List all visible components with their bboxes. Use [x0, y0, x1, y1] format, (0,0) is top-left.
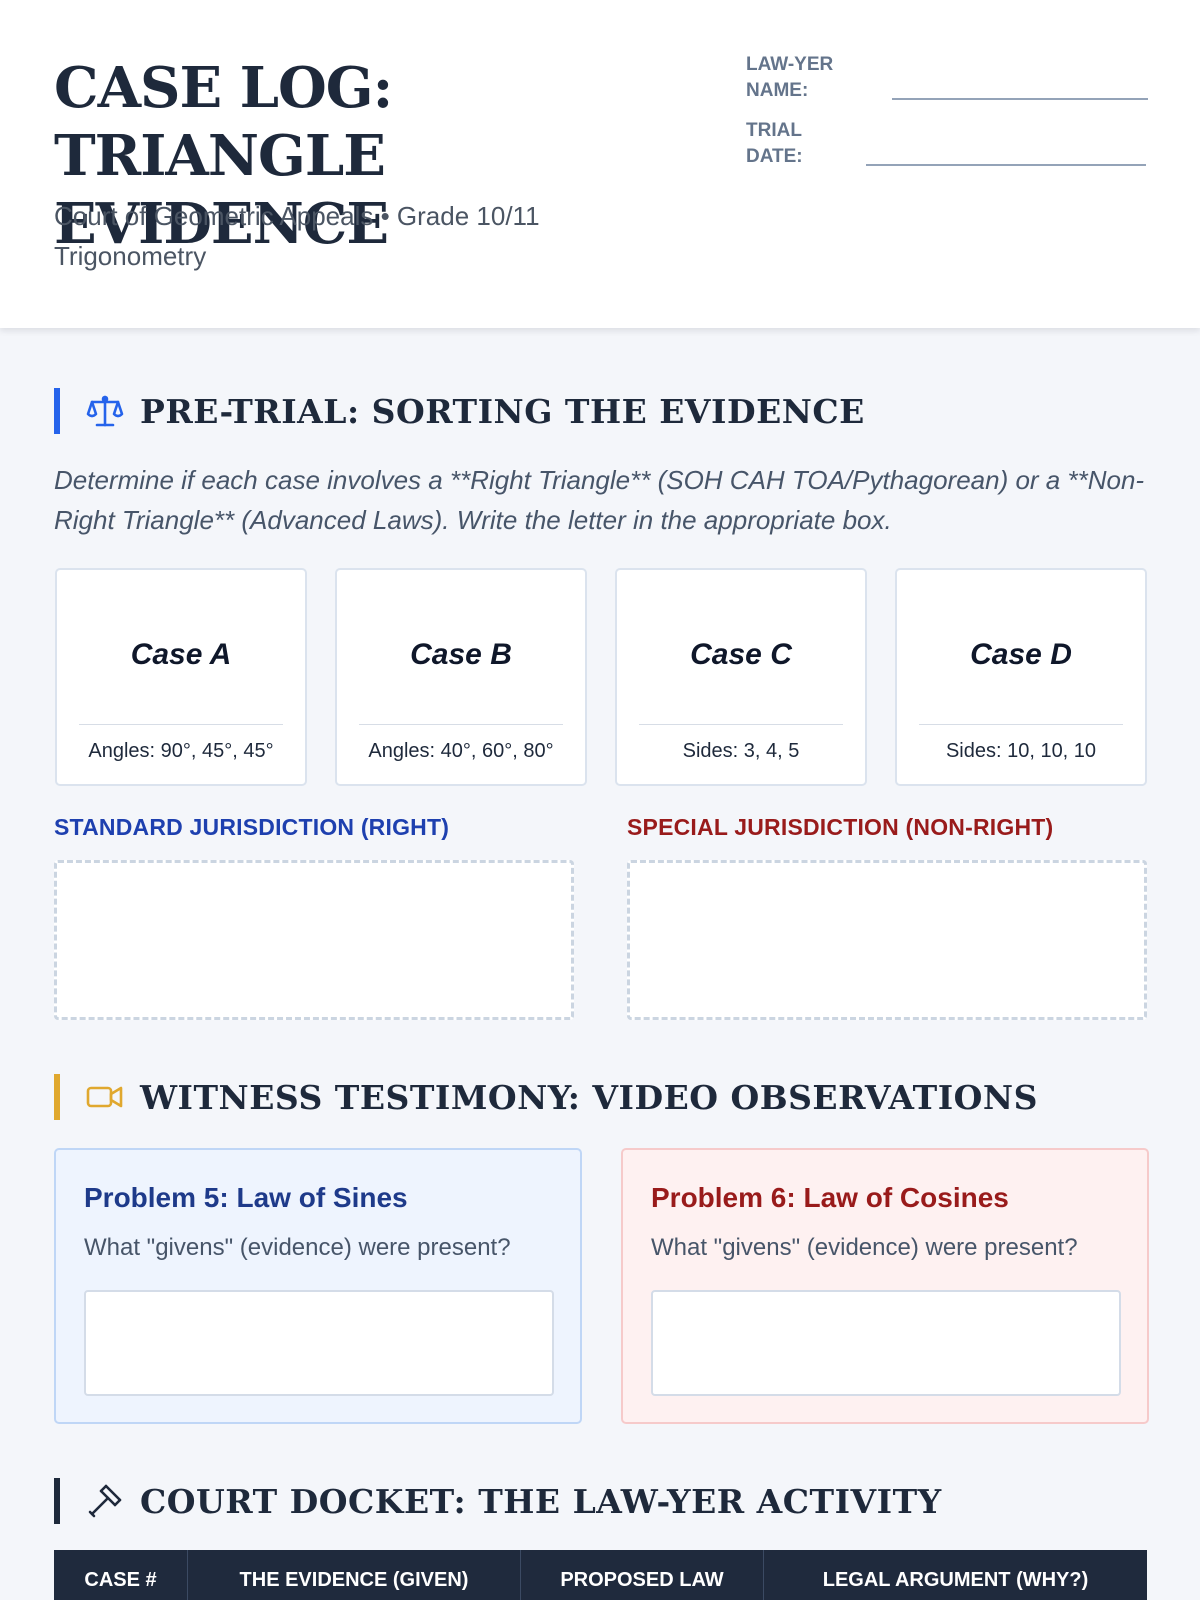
witness-heading: WITNESS TESTIMONY: VIDEO OBSERVATIONS — [54, 1074, 1038, 1120]
video-camera-icon — [86, 1078, 124, 1116]
pretrial-instructions: Determine if each case involves a **Righ… — [54, 465, 1145, 535]
docket-heading: COURT DOCKET: THE LAW-YER ACTIVITY — [54, 1478, 942, 1524]
case-name: Case A — [130, 638, 232, 671]
standard-jurisdiction-label: STANDARD JURISDICTION (RIGHT) — [54, 814, 450, 840]
case-info: Sides: 10, 10, 10 — [945, 740, 1097, 762]
problem-question: What "givens" (evidence) were present? — [651, 1234, 1078, 1261]
date-label: TRIAL DATE: — [746, 120, 803, 167]
case-info: Angles: 40°, 60°, 80° — [368, 740, 554, 762]
date-input-line[interactable] — [866, 164, 1146, 166]
name-input-line[interactable] — [892, 98, 1148, 100]
problem-title: Problem 5: Law of Sines — [84, 1182, 408, 1213]
case-info: Angles: 90°, 45°, 45° — [88, 740, 274, 762]
section-accent-bar — [54, 388, 60, 434]
case-name: Case D — [970, 638, 1072, 671]
case-card-c: Case C Sides: 3, 4, 5 — [615, 568, 867, 786]
pretrial-title: PRE-TRIAL: SORTING THE EVIDENCE — [140, 391, 865, 431]
standard-jurisdiction-box[interactable] — [54, 860, 574, 1020]
problem-6-answer-box[interactable] — [651, 1290, 1121, 1396]
special-jurisdiction-box[interactable] — [627, 860, 1147, 1020]
case-card-b: Case B Angles: 40°, 60°, 80° — [335, 568, 587, 786]
name-field: LAW-YER NAME: — [746, 52, 1148, 104]
problem-title: Problem 6: Law of Cosines — [651, 1182, 1009, 1213]
column-header-legal-argument: LEGAL ARGUMENT (WHY?) — [822, 1568, 1089, 1591]
problem-5-answer-box[interactable] — [84, 1290, 554, 1396]
section-accent-bar — [54, 1074, 60, 1120]
date-field: TRIAL DATE: — [746, 118, 1146, 170]
column-header-evidence: THE EVIDENCE (GIVEN) — [188, 1550, 521, 1600]
witness-title: WITNESS TESTIMONY: VIDEO OBSERVATIONS — [140, 1077, 1038, 1117]
divider — [79, 724, 283, 725]
divider — [639, 724, 843, 725]
case-name: Case C — [690, 638, 792, 671]
pretrial-heading: PRE-TRIAL: SORTING THE EVIDENCE — [54, 388, 865, 434]
gavel-icon — [86, 1482, 124, 1520]
scales-icon — [86, 392, 124, 430]
docket-table-header: CASE # THE EVIDENCE (GIVEN) PROPOSED LAW… — [54, 1550, 1147, 1600]
section-accent-bar — [54, 1478, 60, 1524]
special-jurisdiction-label: SPECIAL JURISDICTION (NON-RIGHT) — [627, 814, 1054, 840]
page-subtitle: Court of Geometric Appeals • Grade 10/11… — [54, 201, 540, 271]
case-name: Case B — [410, 638, 512, 671]
divider — [919, 724, 1123, 725]
case-card-a: Case A Angles: 90°, 45°, 45° — [55, 568, 307, 786]
case-info: Sides: 3, 4, 5 — [682, 740, 800, 762]
case-card-d: Case D Sides: 10, 10, 10 — [895, 568, 1147, 786]
problem-6-card: Problem 6: Law of Cosines What "givens" … — [621, 1148, 1149, 1424]
docket-title: COURT DOCKET: THE LAW-YER ACTIVITY — [140, 1481, 942, 1521]
page-header: CASE LOG: TRIANGLE EVIDENCE Court of Geo… — [0, 0, 1200, 328]
problem-5-card: Problem 5: Law of Sines What "givens" (e… — [54, 1148, 582, 1424]
column-header-case: CASE # — [54, 1550, 188, 1600]
column-header-proposed-law: PROPOSED LAW — [521, 1550, 764, 1600]
name-label: LAW-YER NAME: — [746, 54, 834, 101]
problem-question: What "givens" (evidence) were present? — [84, 1234, 511, 1261]
divider — [359, 724, 563, 725]
